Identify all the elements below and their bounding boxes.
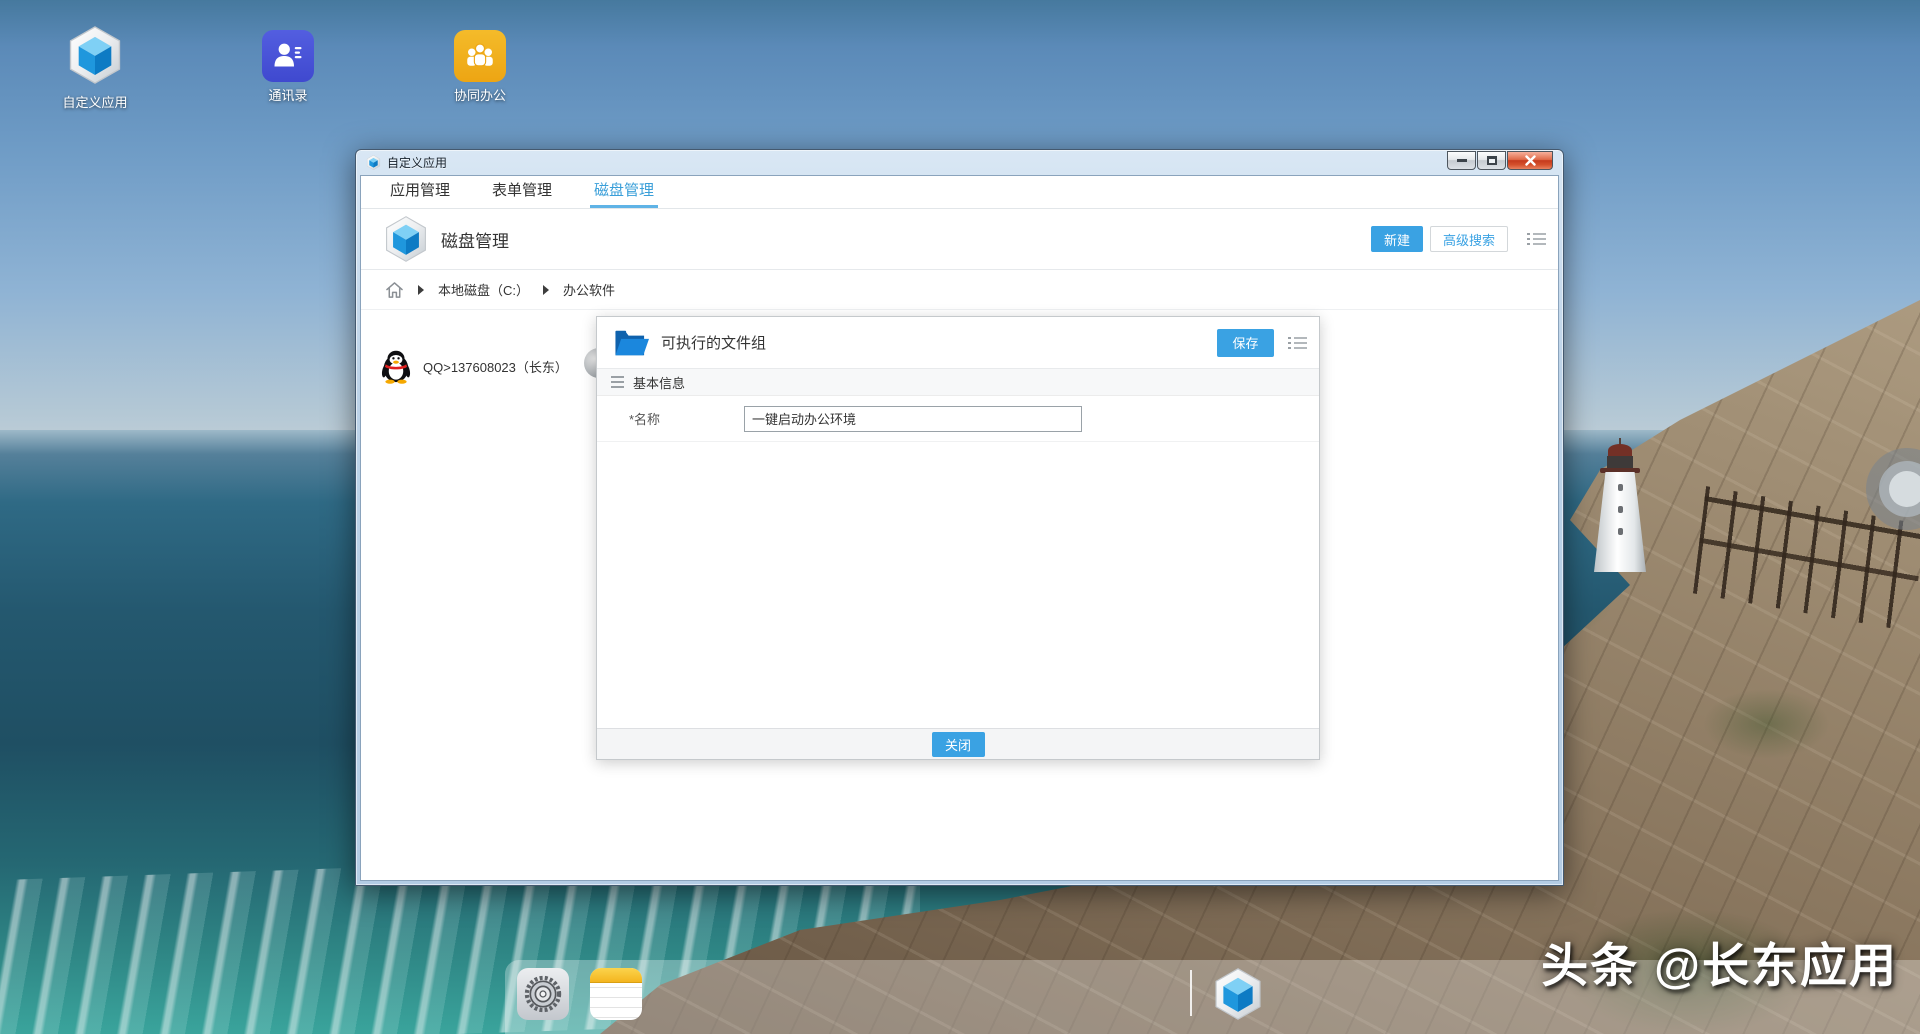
maximize-icon xyxy=(1487,156,1497,165)
notes-icon xyxy=(590,968,642,1020)
desktop-icon-label: 通讯录 xyxy=(240,85,336,104)
name-input[interactable] xyxy=(744,406,1082,432)
name-field-label: *名称 xyxy=(597,409,744,428)
list-item-label: QQ>137608023（长东） xyxy=(423,357,568,376)
desktop-icon-custom-app[interactable]: 自定义应用 xyxy=(47,26,143,111)
close-button[interactable] xyxy=(1507,151,1553,170)
desktop: 自定义应用 通讯录 协同办公 自定义应用 xyxy=(0,0,1920,1034)
section-handle-icon xyxy=(611,376,624,388)
tab-disk-management[interactable]: 磁盘管理 xyxy=(590,179,658,208)
new-button[interactable]: 新建 xyxy=(1371,226,1423,252)
disk-management-icon xyxy=(383,216,429,262)
breadcrumb-caret-icon xyxy=(543,285,549,295)
save-button[interactable]: 保存 xyxy=(1217,329,1274,357)
basic-info-section-header[interactable]: 基本信息 xyxy=(597,369,1319,396)
page-title: 磁盘管理 xyxy=(441,227,509,252)
desktop-icon-teamwork[interactable]: 协同办公 xyxy=(432,30,528,104)
tab-bar: 应用管理 表单管理 磁盘管理 xyxy=(361,176,1558,209)
watermark-text: 头条 @长东应用 xyxy=(1541,927,1898,996)
home-icon[interactable] xyxy=(385,281,404,299)
breadcrumb-caret-icon xyxy=(418,285,424,295)
desktop-icon-label: 协同办公 xyxy=(432,85,528,104)
toolbar: 磁盘管理 新建 高级搜索 xyxy=(361,209,1558,270)
cube-app-icon xyxy=(66,26,124,89)
advanced-search-button[interactable]: 高级搜索 xyxy=(1430,226,1508,252)
tab-form-management[interactable]: 表单管理 xyxy=(488,179,556,208)
window-cube-icon xyxy=(366,155,381,170)
list-item-qq[interactable]: QQ>137608023（长东） xyxy=(379,348,568,384)
list-view-icon[interactable] xyxy=(1527,233,1546,245)
dialog-empty-area xyxy=(597,442,1319,728)
dialog-close-button[interactable]: 关闭 xyxy=(932,732,985,757)
dock-custom-app-button[interactable] xyxy=(1212,968,1264,1020)
section-title: 基本信息 xyxy=(633,373,685,392)
breadcrumb-item-disk-c[interactable]: 本地磁盘（C:） xyxy=(438,280,529,299)
teamwork-icon xyxy=(454,30,506,82)
maximize-button[interactable] xyxy=(1477,151,1506,170)
file-group-dialog: 可执行的文件组 保存 基本信息 *名称 关闭 xyxy=(596,316,1320,760)
lighthouse xyxy=(1581,444,1659,572)
dialog-menu-icon[interactable] xyxy=(1288,337,1307,349)
desktop-icon-contacts[interactable]: 通讯录 xyxy=(240,30,336,104)
name-field-row: *名称 xyxy=(597,396,1319,442)
breadcrumb: 本地磁盘（C:） 办公软件 xyxy=(361,270,1558,310)
window-titlebar[interactable]: 自定义应用 xyxy=(360,150,1559,175)
dialog-title: 可执行的文件组 xyxy=(661,332,766,353)
close-icon xyxy=(1525,155,1536,166)
dock-divider xyxy=(1190,970,1192,1016)
minimize-icon xyxy=(1457,159,1467,162)
qq-penguin-icon xyxy=(379,348,413,384)
dialog-header: 可执行的文件组 保存 xyxy=(597,317,1319,369)
breadcrumb-item-office-software[interactable]: 办公软件 xyxy=(563,280,615,299)
minimize-button[interactable] xyxy=(1447,151,1476,170)
dock-notes-button[interactable] xyxy=(590,968,642,1020)
window-title: 自定义应用 xyxy=(387,154,447,171)
dialog-footer: 关闭 xyxy=(597,728,1319,759)
dock-settings-button[interactable] xyxy=(517,968,569,1020)
contacts-icon xyxy=(262,30,314,82)
tab-app-management[interactable]: 应用管理 xyxy=(386,179,454,208)
folder-icon xyxy=(613,327,649,359)
settings-gear-icon xyxy=(517,968,569,1020)
desktop-icon-label: 自定义应用 xyxy=(47,92,143,111)
cube-app-icon xyxy=(1212,968,1264,1020)
